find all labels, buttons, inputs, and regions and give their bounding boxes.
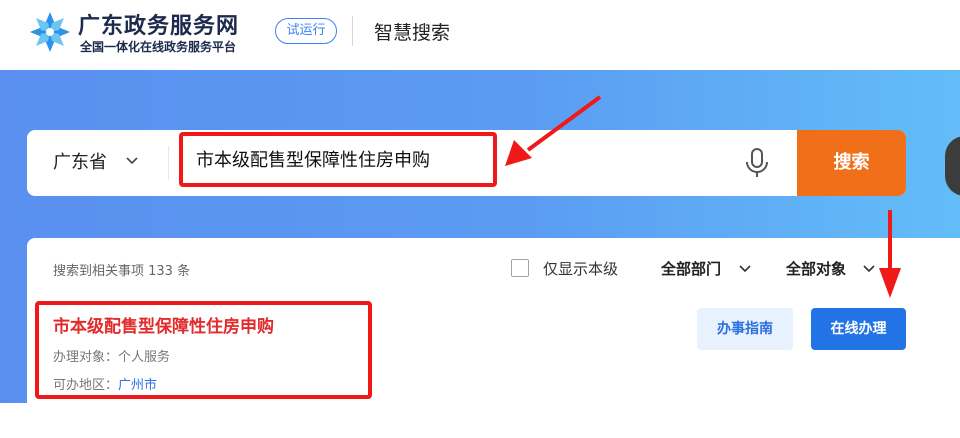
only-level-filter-label[interactable]: 仅显示本级: [543, 258, 618, 279]
brand-subtitle: 全国一体化在线政务服务平台: [80, 40, 237, 54]
checkbox-icon[interactable]: [511, 259, 529, 277]
annotation-highlight-query: [179, 132, 497, 187]
result-count: 搜索到相关事项 133 条: [53, 264, 191, 279]
trial-badge: 试运行: [275, 18, 337, 44]
guide-button[interactable]: 办事指南: [697, 308, 793, 350]
region-divider: [168, 146, 169, 180]
top-header: 广东政务服务网 全国一体化在线政务服务平台 试运行 智慧搜索: [0, 0, 960, 70]
header-divider: [352, 16, 353, 46]
search-button[interactable]: 搜索: [797, 130, 906, 196]
region-select[interactable]: 广东省: [53, 148, 107, 174]
annotation-highlight-result: [35, 301, 372, 399]
page-heading: 智慧搜索: [374, 22, 451, 44]
chevron-down-icon[interactable]: [862, 262, 876, 276]
department-filter[interactable]: 全部部门: [661, 258, 721, 279]
microphone-icon[interactable]: [744, 147, 770, 179]
online-apply-button[interactable]: 在线办理: [811, 308, 906, 350]
brand-title[interactable]: 广东政务服务网: [78, 8, 239, 40]
logo-icon[interactable]: [28, 10, 72, 54]
chevron-down-icon[interactable]: [738, 262, 752, 276]
target-filter[interactable]: 全部对象: [786, 258, 846, 279]
chevron-down-icon[interactable]: [124, 153, 140, 169]
